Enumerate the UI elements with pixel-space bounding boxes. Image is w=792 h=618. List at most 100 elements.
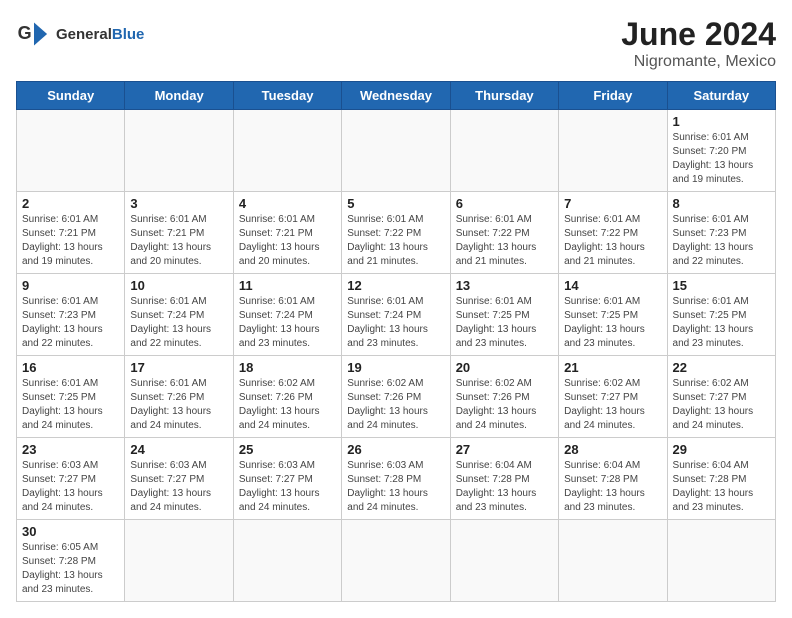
day-info: Sunrise: 6:04 AMSunset: 7:28 PMDaylight:… [456,459,553,515]
day-number: 23 [22,442,119,457]
day-info: Sunrise: 6:01 AMSunset: 7:23 PMDaylight:… [22,295,119,351]
day-info: Sunrise: 6:01 AMSunset: 7:25 PMDaylight:… [22,377,119,433]
calendar-cell: 28 Sunrise: 6:04 AMSunset: 7:28 PMDayligh… [559,438,667,520]
day-number: 20 [456,360,553,375]
day-number: 9 [22,278,119,293]
day-info: Sunrise: 6:02 AMSunset: 7:26 PMDaylight:… [456,377,553,433]
day-info: Sunrise: 6:01 AMSunset: 7:21 PMDaylight:… [130,213,227,269]
calendar-cell [233,520,341,602]
day-number: 30 [22,524,119,539]
calendar-cell: 18Sunrise: 6:02 AMSunset: 7:26 PMDayligh… [233,356,341,438]
calendar-cell: 17 Sunrise: 6:01 AMSunset: 7:26 PMDayligh… [125,356,233,438]
weekday-header: Friday [559,82,667,110]
day-info: Sunrise: 6:01 AMSunset: 7:23 PMDaylight:… [673,213,770,269]
calendar-week-row: 23 Sunrise: 6:03 AMSunset: 7:27 PMDayligh… [17,438,776,520]
day-number: 19 [347,360,444,375]
weekday-header: Saturday [667,82,775,110]
calendar-week-row: 16 Sunrise: 6:01 AMSunset: 7:25 PMDayligh… [17,356,776,438]
calendar-cell [667,520,775,602]
calendar-cell: 7 Sunrise: 6:01 AMSunset: 7:22 PMDaylight… [559,192,667,274]
calendar-cell: 9 Sunrise: 6:01 AMSunset: 7:23 PMDaylight… [17,274,125,356]
day-number: 11 [239,278,336,293]
day-info: Sunrise: 6:04 AMSunset: 7:28 PMDaylight:… [564,459,661,515]
day-number: 28 [564,442,661,457]
calendar-cell [125,110,233,192]
day-number: 3 [130,196,227,211]
day-number: 21 [564,360,661,375]
day-info: Sunrise: 6:01 AMSunset: 7:22 PMDaylight:… [347,213,444,269]
day-number: 18 [239,360,336,375]
day-number: 16 [22,360,119,375]
calendar-cell [450,110,558,192]
calendar-cell [559,110,667,192]
calendar-week-row: 9 Sunrise: 6:01 AMSunset: 7:23 PMDaylight… [17,274,776,356]
calendar-cell: 29Sunrise: 6:04 AMSunset: 7:28 PMDayligh… [667,438,775,520]
day-info: Sunrise: 6:03 AMSunset: 7:27 PMDaylight:… [130,459,227,515]
calendar-cell: 25 Sunrise: 6:03 AMSunset: 7:27 PMDayligh… [233,438,341,520]
calendar-cell [233,110,341,192]
day-number: 26 [347,442,444,457]
day-info: Sunrise: 6:01 AMSunset: 7:21 PMDaylight:… [22,213,119,269]
logo: G GeneralBlue [16,16,144,52]
calendar-week-row: 2 Sunrise: 6:01 AMSunset: 7:21 PMDaylight… [17,192,776,274]
calendar-cell [342,110,450,192]
day-number: 10 [130,278,227,293]
calendar-cell: 21 Sunrise: 6:02 AMSunset: 7:27 PMDayligh… [559,356,667,438]
calendar-cell [17,110,125,192]
calendar-cell: 13Sunrise: 6:01 AMSunset: 7:25 PMDayligh… [450,274,558,356]
calendar-cell: 20 Sunrise: 6:02 AMSunset: 7:26 PMDayligh… [450,356,558,438]
svg-text:G: G [18,23,32,43]
day-info: Sunrise: 6:01 AMSunset: 7:22 PMDaylight:… [456,213,553,269]
day-number: 22 [673,360,770,375]
day-number: 27 [456,442,553,457]
day-info: Sunrise: 6:02 AMSunset: 7:26 PMDaylight:… [347,377,444,433]
day-number: 25 [239,442,336,457]
day-info: Sunrise: 6:02 AMSunset: 7:27 PMDaylight:… [564,377,661,433]
day-info: Sunrise: 6:02 AMSunset: 7:27 PMDaylight:… [673,377,770,433]
calendar-table: SundayMondayTuesdayWednesdayThursdayFrid… [16,81,776,602]
calendar-cell: 30 Sunrise: 6:05 AMSunset: 7:28 PMDayligh… [17,520,125,602]
day-number: 1 [673,114,770,129]
day-info: Sunrise: 6:01 AMSunset: 7:22 PMDaylight:… [564,213,661,269]
day-info: Sunrise: 6:04 AMSunset: 7:28 PMDaylight:… [673,459,770,515]
day-info: Sunrise: 6:01 AMSunset: 7:24 PMDaylight:… [239,295,336,351]
logo-text: GeneralBlue [56,27,144,42]
calendar-cell: 5 Sunrise: 6:01 AMSunset: 7:22 PMDaylight… [342,192,450,274]
calendar-cell: 4Sunrise: 6:01 AMSunset: 7:21 PMDaylight… [233,192,341,274]
day-number: 12 [347,278,444,293]
weekday-header: Wednesday [342,82,450,110]
calendar-cell: 16 Sunrise: 6:01 AMSunset: 7:25 PMDayligh… [17,356,125,438]
day-info: Sunrise: 6:03 AMSunset: 7:27 PMDaylight:… [239,459,336,515]
calendar-cell: 2 Sunrise: 6:01 AMSunset: 7:21 PMDaylight… [17,192,125,274]
calendar-header-row: SundayMondayTuesdayWednesdayThursdayFrid… [17,82,776,110]
calendar-cell: 11 Sunrise: 6:01 AMSunset: 7:24 PMDayligh… [233,274,341,356]
day-number: 14 [564,278,661,293]
calendar-week-row: 1 Sunrise: 6:01 AMSunset: 7:20 PMDaylight… [17,110,776,192]
weekday-header: Thursday [450,82,558,110]
day-info: Sunrise: 6:05 AMSunset: 7:28 PMDaylight:… [22,541,119,597]
page-header: G GeneralBlue June 2024 Nigromante, Mexi… [16,16,776,71]
day-number: 17 [130,360,227,375]
day-number: 7 [564,196,661,211]
calendar-cell [450,520,558,602]
day-number: 5 [347,196,444,211]
weekday-header: Tuesday [233,82,341,110]
calendar-cell [559,520,667,602]
day-info: Sunrise: 6:01 AMSunset: 7:20 PMDaylight:… [673,131,770,187]
day-info: Sunrise: 6:01 AMSunset: 7:25 PMDaylight:… [673,295,770,351]
calendar-cell [342,520,450,602]
day-info: Sunrise: 6:01 AMSunset: 7:25 PMDaylight:… [564,295,661,351]
calendar-cell: 1 Sunrise: 6:01 AMSunset: 7:20 PMDaylight… [667,110,775,192]
day-info: Sunrise: 6:01 AMSunset: 7:24 PMDaylight:… [347,295,444,351]
day-number: 8 [673,196,770,211]
day-number: 2 [22,196,119,211]
calendar-cell [125,520,233,602]
calendar-cell: 26 Sunrise: 6:03 AMSunset: 7:28 PMDayligh… [342,438,450,520]
month-title: June 2024 [621,16,776,53]
calendar-cell: 6Sunrise: 6:01 AMSunset: 7:22 PMDaylight… [450,192,558,274]
day-info: Sunrise: 6:01 AMSunset: 7:26 PMDaylight:… [130,377,227,433]
calendar-cell: 12 Sunrise: 6:01 AMSunset: 7:24 PMDayligh… [342,274,450,356]
day-info: Sunrise: 6:03 AMSunset: 7:28 PMDaylight:… [347,459,444,515]
weekday-header: Sunday [17,82,125,110]
calendar-cell: 22 Sunrise: 6:02 AMSunset: 7:27 PMDayligh… [667,356,775,438]
